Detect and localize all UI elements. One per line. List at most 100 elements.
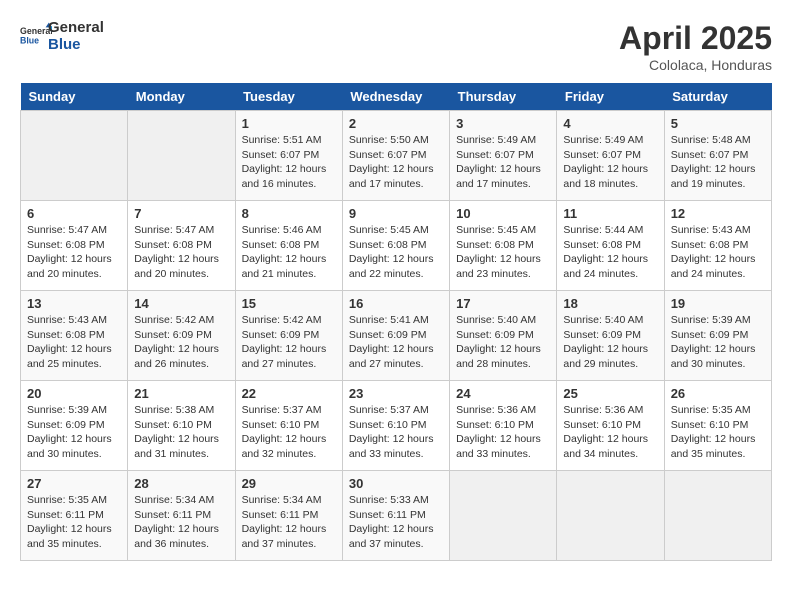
logo-blue: Blue bbox=[48, 37, 104, 54]
day-info: Sunrise: 5:35 AM Sunset: 6:11 PM Dayligh… bbox=[27, 493, 121, 552]
day-number: 8 bbox=[242, 206, 336, 221]
calendar-cell: 22 Sunrise: 5:37 AM Sunset: 6:10 PM Dayli… bbox=[235, 381, 342, 471]
calendar-cell: 15 Sunrise: 5:42 AM Sunset: 6:09 PM Dayli… bbox=[235, 291, 342, 381]
column-header-thursday: Thursday bbox=[450, 83, 557, 111]
day-info: Sunrise: 5:47 AM Sunset: 6:08 PM Dayligh… bbox=[27, 223, 121, 282]
calendar-cell bbox=[450, 471, 557, 561]
calendar-cell: 29 Sunrise: 5:34 AM Sunset: 6:11 PM Dayli… bbox=[235, 471, 342, 561]
day-info: Sunrise: 5:36 AM Sunset: 6:10 PM Dayligh… bbox=[456, 403, 550, 462]
day-number: 22 bbox=[242, 386, 336, 401]
day-info: Sunrise: 5:34 AM Sunset: 6:11 PM Dayligh… bbox=[242, 493, 336, 552]
day-info: Sunrise: 5:35 AM Sunset: 6:10 PM Dayligh… bbox=[671, 403, 765, 462]
calendar-cell: 27 Sunrise: 5:35 AM Sunset: 6:11 PM Dayli… bbox=[21, 471, 128, 561]
column-header-monday: Monday bbox=[128, 83, 235, 111]
calendar-cell: 30Sunrise: 5:33 AM Sunset: 6:11 PM Dayli… bbox=[342, 471, 449, 561]
calendar-cell bbox=[21, 111, 128, 201]
calendar-week-row: 6 Sunrise: 5:47 AM Sunset: 6:08 PM Daylig… bbox=[21, 201, 772, 291]
day-number: 10 bbox=[456, 206, 550, 221]
day-number: 28 bbox=[134, 476, 228, 491]
calendar-cell: 7 Sunrise: 5:47 AM Sunset: 6:08 PM Daylig… bbox=[128, 201, 235, 291]
day-number: 15 bbox=[242, 296, 336, 311]
column-header-tuesday: Tuesday bbox=[235, 83, 342, 111]
day-number: 16 bbox=[349, 296, 443, 311]
calendar-cell: 12 Sunrise: 5:43 AM Sunset: 6:08 PM Dayli… bbox=[664, 201, 771, 291]
column-header-friday: Friday bbox=[557, 83, 664, 111]
day-number: 6 bbox=[27, 206, 121, 221]
day-number: 26 bbox=[671, 386, 765, 401]
day-number: 2 bbox=[349, 116, 443, 131]
calendar-cell: 21 Sunrise: 5:38 AM Sunset: 6:10 PM Dayli… bbox=[128, 381, 235, 471]
day-info: Sunrise: 5:49 AM Sunset: 6:07 PM Dayligh… bbox=[563, 133, 657, 192]
day-info: Sunrise: 5:36 AM Sunset: 6:10 PM Dayligh… bbox=[563, 403, 657, 462]
logo-general: General bbox=[48, 20, 104, 37]
day-number: 21 bbox=[134, 386, 228, 401]
title-block: April 2025 Cololaca, Honduras bbox=[619, 20, 772, 73]
calendar-table: SundayMondayTuesdayWednesdayThursdayFrid… bbox=[20, 83, 772, 561]
column-header-saturday: Saturday bbox=[664, 83, 771, 111]
day-info: Sunrise: 5:43 AM Sunset: 6:08 PM Dayligh… bbox=[27, 313, 121, 372]
calendar-week-row: 1 Sunrise: 5:51 AM Sunset: 6:07 PM Daylig… bbox=[21, 111, 772, 201]
day-number: 1 bbox=[242, 116, 336, 131]
calendar-cell bbox=[128, 111, 235, 201]
day-number: 12 bbox=[671, 206, 765, 221]
calendar-cell: 25 Sunrise: 5:36 AM Sunset: 6:10 PM Dayli… bbox=[557, 381, 664, 471]
day-info: Sunrise: 5:43 AM Sunset: 6:08 PM Dayligh… bbox=[671, 223, 765, 282]
calendar-header-row: SundayMondayTuesdayWednesdayThursdayFrid… bbox=[21, 83, 772, 111]
day-number: 23 bbox=[349, 386, 443, 401]
day-number: 11 bbox=[563, 206, 657, 221]
calendar-cell: 3 Sunrise: 5:49 AM Sunset: 6:07 PM Daylig… bbox=[450, 111, 557, 201]
calendar-cell: 9 Sunrise: 5:45 AM Sunset: 6:08 PM Daylig… bbox=[342, 201, 449, 291]
day-info: Sunrise: 5:49 AM Sunset: 6:07 PM Dayligh… bbox=[456, 133, 550, 192]
day-info: Sunrise: 5:33 AM Sunset: 6:11 PM Dayligh… bbox=[349, 493, 443, 552]
calendar-cell: 5 Sunrise: 5:48 AM Sunset: 6:07 PM Daylig… bbox=[664, 111, 771, 201]
day-info: Sunrise: 5:47 AM Sunset: 6:08 PM Dayligh… bbox=[134, 223, 228, 282]
day-number: 9 bbox=[349, 206, 443, 221]
day-number: 25 bbox=[563, 386, 657, 401]
calendar-cell: 20 Sunrise: 5:39 AM Sunset: 6:09 PM Dayli… bbox=[21, 381, 128, 471]
day-info: Sunrise: 5:39 AM Sunset: 6:09 PM Dayligh… bbox=[671, 313, 765, 372]
day-info: Sunrise: 5:50 AM Sunset: 6:07 PM Dayligh… bbox=[349, 133, 443, 192]
day-info: Sunrise: 5:37 AM Sunset: 6:10 PM Dayligh… bbox=[242, 403, 336, 462]
calendar-cell: 23 Sunrise: 5:37 AM Sunset: 6:10 PM Dayli… bbox=[342, 381, 449, 471]
day-info: Sunrise: 5:40 AM Sunset: 6:09 PM Dayligh… bbox=[456, 313, 550, 372]
day-number: 3 bbox=[456, 116, 550, 131]
calendar-week-row: 27 Sunrise: 5:35 AM Sunset: 6:11 PM Dayli… bbox=[21, 471, 772, 561]
day-info: Sunrise: 5:44 AM Sunset: 6:08 PM Dayligh… bbox=[563, 223, 657, 282]
calendar-cell: 10Sunrise: 5:45 AM Sunset: 6:08 PM Dayli… bbox=[450, 201, 557, 291]
calendar-cell: 28 Sunrise: 5:34 AM Sunset: 6:11 PM Dayli… bbox=[128, 471, 235, 561]
day-number: 19 bbox=[671, 296, 765, 311]
calendar-cell: 8 Sunrise: 5:46 AM Sunset: 6:08 PM Daylig… bbox=[235, 201, 342, 291]
day-info: Sunrise: 5:40 AM Sunset: 6:09 PM Dayligh… bbox=[563, 313, 657, 372]
calendar-cell: 19 Sunrise: 5:39 AM Sunset: 6:09 PM Dayli… bbox=[664, 291, 771, 381]
day-number: 29 bbox=[242, 476, 336, 491]
calendar-cell: 1 Sunrise: 5:51 AM Sunset: 6:07 PM Daylig… bbox=[235, 111, 342, 201]
day-info: Sunrise: 5:46 AM Sunset: 6:08 PM Dayligh… bbox=[242, 223, 336, 282]
calendar-cell: 14Sunrise: 5:42 AM Sunset: 6:09 PM Dayli… bbox=[128, 291, 235, 381]
day-info: Sunrise: 5:39 AM Sunset: 6:09 PM Dayligh… bbox=[27, 403, 121, 462]
calendar-cell: 4 Sunrise: 5:49 AM Sunset: 6:07 PM Daylig… bbox=[557, 111, 664, 201]
day-number: 7 bbox=[134, 206, 228, 221]
day-info: Sunrise: 5:42 AM Sunset: 6:09 PM Dayligh… bbox=[242, 313, 336, 372]
calendar-cell: 18Sunrise: 5:40 AM Sunset: 6:09 PM Dayli… bbox=[557, 291, 664, 381]
day-number: 24 bbox=[456, 386, 550, 401]
day-number: 4 bbox=[563, 116, 657, 131]
day-info: Sunrise: 5:34 AM Sunset: 6:11 PM Dayligh… bbox=[134, 493, 228, 552]
day-number: 5 bbox=[671, 116, 765, 131]
location: Cololaca, Honduras bbox=[619, 57, 772, 73]
calendar-week-row: 13 Sunrise: 5:43 AM Sunset: 6:08 PM Dayli… bbox=[21, 291, 772, 381]
day-info: Sunrise: 5:45 AM Sunset: 6:08 PM Dayligh… bbox=[349, 223, 443, 282]
day-info: Sunrise: 5:37 AM Sunset: 6:10 PM Dayligh… bbox=[349, 403, 443, 462]
column-header-wednesday: Wednesday bbox=[342, 83, 449, 111]
day-number: 27 bbox=[27, 476, 121, 491]
day-number: 20 bbox=[27, 386, 121, 401]
calendar-cell: 17Sunrise: 5:40 AM Sunset: 6:09 PM Dayli… bbox=[450, 291, 557, 381]
day-info: Sunrise: 5:51 AM Sunset: 6:07 PM Dayligh… bbox=[242, 133, 336, 192]
day-info: Sunrise: 5:48 AM Sunset: 6:07 PM Dayligh… bbox=[671, 133, 765, 192]
calendar-cell bbox=[557, 471, 664, 561]
calendar-cell: 16Sunrise: 5:41 AM Sunset: 6:09 PM Dayli… bbox=[342, 291, 449, 381]
svg-text:Blue: Blue bbox=[20, 35, 39, 45]
day-info: Sunrise: 5:38 AM Sunset: 6:10 PM Dayligh… bbox=[134, 403, 228, 462]
calendar-cell bbox=[664, 471, 771, 561]
column-header-sunday: Sunday bbox=[21, 83, 128, 111]
day-number: 13 bbox=[27, 296, 121, 311]
